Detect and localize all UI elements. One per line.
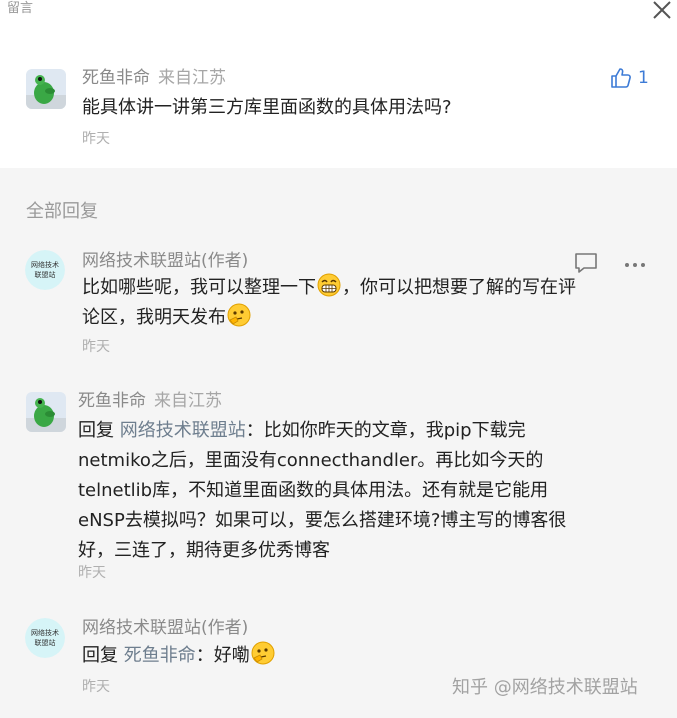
reply-time: 昨天	[82, 679, 110, 695]
panel-title: 留言	[7, 1, 34, 16]
svg-text:联盟站: 联盟站	[35, 270, 56, 279]
reply-text: 回复 死鱼非命：好嘞	[82, 641, 276, 671]
thinking-emoji-icon	[227, 303, 251, 327]
reply-author[interactable]: 网络技术联盟站(作者)	[82, 250, 248, 272]
comment-text: 能具体讲一讲第三方库里面函数的具体用法吗?	[82, 97, 452, 118]
like-count: 1	[638, 68, 649, 88]
like-button[interactable]: 1	[610, 66, 649, 90]
avatar-frog[interactable]	[26, 69, 66, 109]
comment-time: 昨天	[82, 131, 110, 147]
reply-body: ：好嘞	[195, 645, 250, 666]
more-icon	[625, 263, 645, 267]
close-button[interactable]	[650, 0, 674, 22]
reply-line-3: telnetlib库，不知道里面函数的具体用法。还有就是它能用	[78, 480, 549, 501]
watermark: 知乎 @网络技术联盟站	[452, 677, 638, 698]
reply-prefix: 回复	[82, 645, 118, 666]
thumbs-up-icon	[611, 68, 631, 88]
reply-text-part-a: 比如哪些呢，我可以整理一下	[82, 277, 316, 298]
svg-text:联盟站: 联盟站	[35, 638, 56, 647]
reply-author[interactable]: 网络技术联盟站(作者)	[82, 617, 248, 639]
close-icon	[653, 1, 671, 19]
reply-prefix: 回复	[78, 420, 114, 441]
reply-time: 昨天	[78, 565, 106, 581]
author-location: 来自江苏	[154, 391, 222, 411]
reply-time: 昨天	[82, 339, 110, 355]
author-avatar[interactable]: 网络技术 联盟站	[25, 250, 65, 290]
reply-line-2: netmiko之后，里面没有connecthandler。再比如今天的	[78, 450, 544, 471]
thinking-emoji-icon	[251, 641, 275, 665]
more-button[interactable]	[624, 255, 646, 274]
reply-target-link[interactable]: 死鱼非命	[124, 645, 196, 666]
grin-emoji-icon	[317, 273, 341, 297]
reply-text: 回复 网络技术联盟站：比如你昨天的文章，我pip下载完 netmiko之后，里面…	[78, 416, 668, 566]
author-avatar[interactable]: 网络技术 联盟站	[25, 618, 65, 658]
all-replies-title: 全部回复	[26, 201, 98, 222]
reply-author[interactable]: 死鱼非命 来自江苏	[78, 390, 222, 412]
reply-line-4: eNSP去模拟吗？如果可以，要怎么搭建环境?博主写的博客很	[78, 510, 567, 531]
reply-target-link[interactable]: 网络技术联盟站	[120, 420, 246, 441]
author-name[interactable]: 死鱼非命	[78, 391, 146, 411]
author-name[interactable]: 死鱼非命	[82, 68, 150, 88]
author-location: 来自江苏	[158, 68, 226, 88]
svg-text:网络技术: 网络技术	[31, 260, 59, 269]
comment-icon	[575, 253, 597, 273]
reply-line-1: ：比如你昨天的文章，我pip下载完	[245, 420, 526, 441]
reply-text-part-c: 论区，我明天发布	[82, 307, 226, 328]
svg-text:网络技术: 网络技术	[31, 628, 59, 637]
reply-text-part-b: ，你可以把想要了解的写在评	[342, 277, 576, 298]
reply-text: 比如哪些呢，我可以整理一下 ，你可以把想要了解的写在评 论区，我明天发布	[82, 273, 662, 333]
comment-author[interactable]: 死鱼非命 来自江苏	[82, 67, 226, 89]
reply-line-5: 好，三连了，期待更多优秀博客	[78, 540, 330, 561]
avatar-frog[interactable]	[26, 392, 66, 432]
